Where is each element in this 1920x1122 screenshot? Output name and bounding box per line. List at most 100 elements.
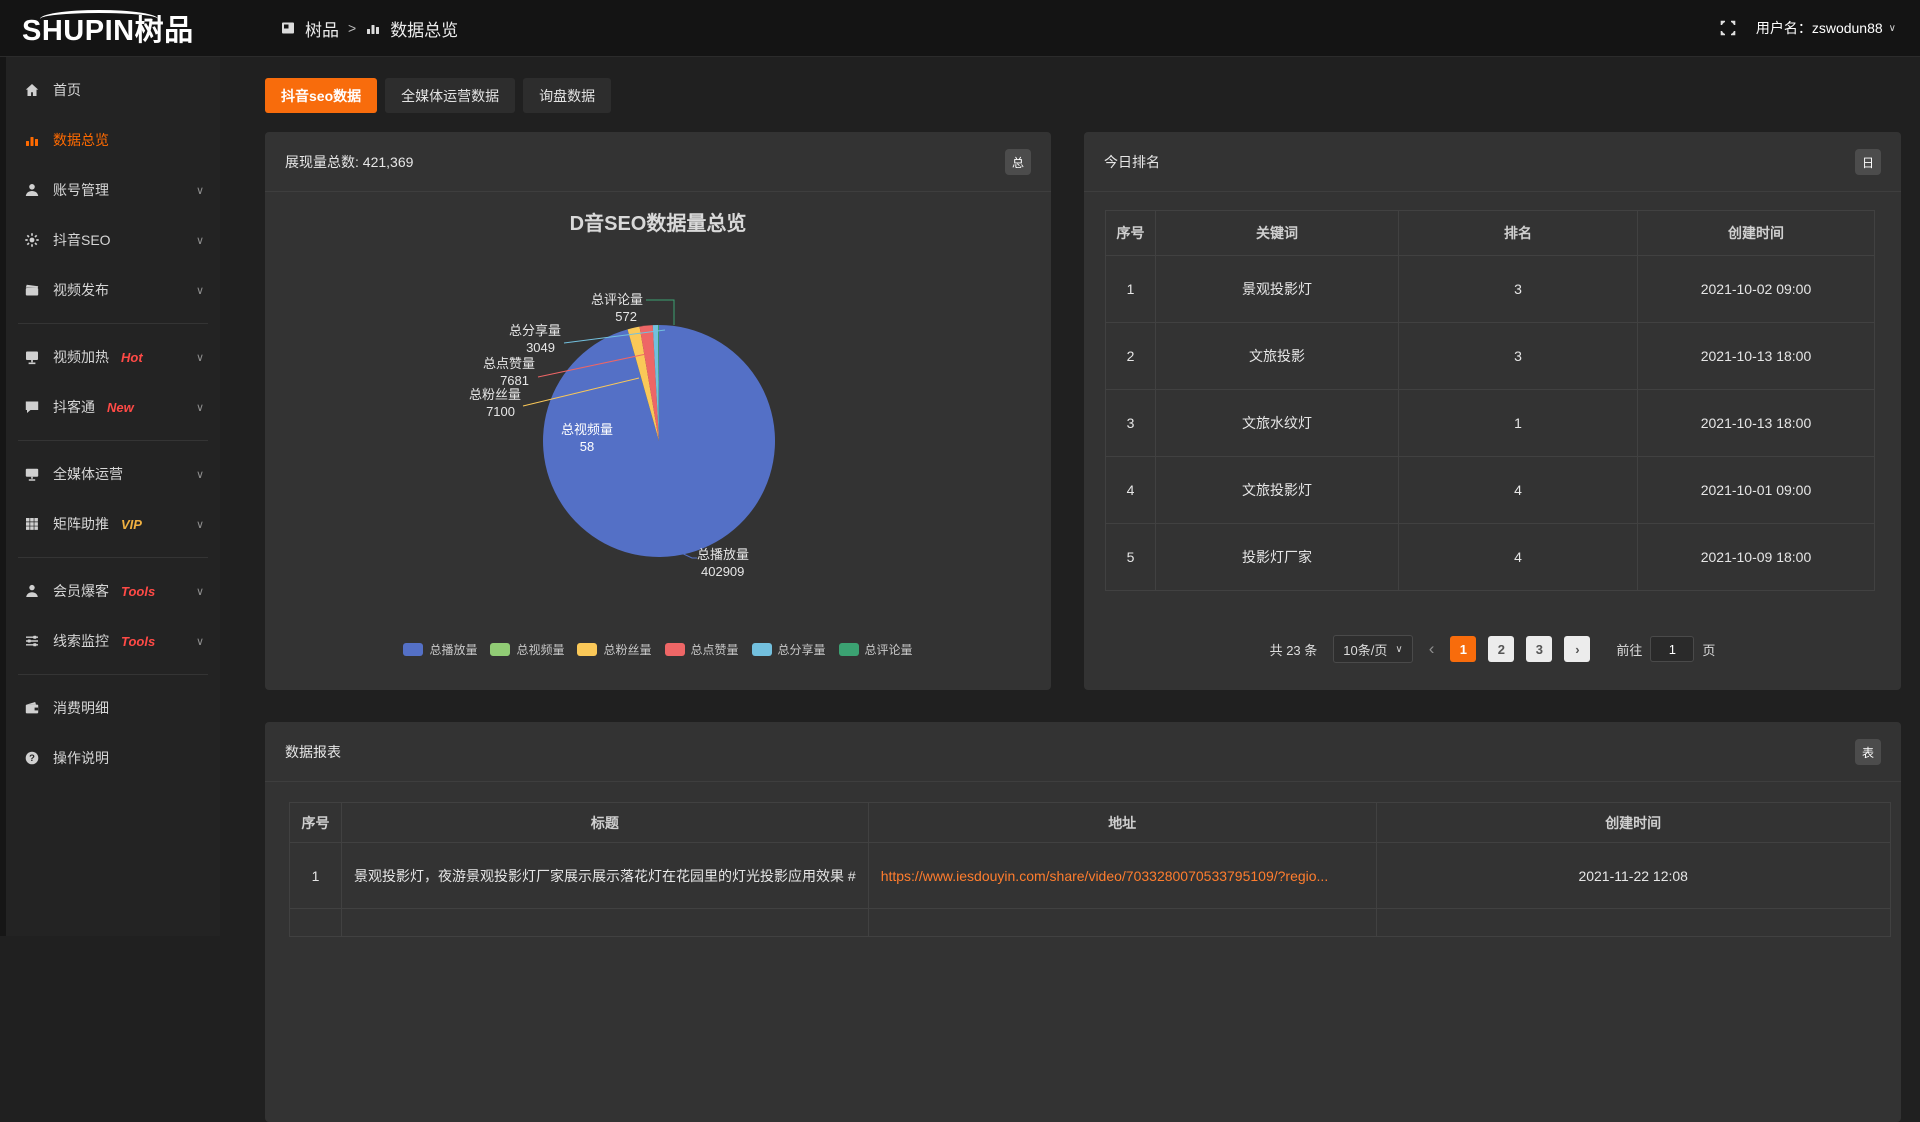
page-size-select[interactable]: 10条/页 ∨ bbox=[1333, 635, 1412, 663]
sidebar-item-抖音SEO[interactable]: 抖音SEO∨ bbox=[6, 215, 220, 265]
sidebar-item-视频发布[interactable]: 视频发布 ∨ bbox=[6, 265, 220, 315]
sidebar-item-label: 数据总览 bbox=[53, 130, 109, 150]
page-button-3[interactable]: 3 bbox=[1526, 636, 1552, 662]
column-header: 地址 bbox=[868, 803, 1376, 843]
table-view-button[interactable]: 表 bbox=[1855, 739, 1881, 765]
legend-label: 总粉丝量 bbox=[603, 641, 651, 658]
table-row: 1景观投影灯32021-10-02 09:00 bbox=[1106, 256, 1875, 323]
table-cell: 文旅水纹灯 bbox=[1156, 390, 1399, 457]
ranking-card: 今日排名 日 序号关键词排名创建时间1景观投影灯32021-10-02 09:0… bbox=[1084, 132, 1901, 690]
sidebar-item-label: 消费明细 bbox=[53, 698, 109, 718]
sidebar-item-全媒体运营[interactable]: 全媒体运营∨ bbox=[6, 449, 220, 499]
chevron-down-icon: ∨ bbox=[196, 234, 204, 247]
app-logo: SHUPIN树品 bbox=[0, 7, 240, 49]
chevron-down-icon: ∨ bbox=[196, 518, 204, 531]
daily-view-button[interactable]: 日 bbox=[1855, 149, 1881, 175]
report-table: 序号标题地址创建时间1景观投影灯，夜游景观投影灯厂家展示展示落花灯在花园里的灯光… bbox=[289, 802, 1891, 937]
pie-label-value: 572 bbox=[615, 309, 637, 324]
sidebar-item-label: 抖客通 bbox=[53, 397, 95, 417]
legend-item-总播放量[interactable]: 总播放量 bbox=[403, 641, 477, 658]
column-header: 序号 bbox=[290, 803, 342, 843]
goto-unit-label: 页 bbox=[1702, 640, 1715, 659]
bar-chart-icon bbox=[365, 20, 381, 36]
fullscreen-icon[interactable] bbox=[1720, 20, 1736, 36]
prev-page-button[interactable]: ‹ bbox=[1425, 639, 1439, 659]
table-cell: 1 bbox=[290, 843, 342, 909]
table-cell: 文旅投影 bbox=[1156, 323, 1399, 390]
pie-label-name: 总评论量 bbox=[591, 292, 643, 307]
goto-page-input[interactable] bbox=[1650, 636, 1694, 662]
table-cell: 投影灯厂家 bbox=[1156, 524, 1399, 591]
table-cell: 2021-10-13 18:00 bbox=[1638, 323, 1875, 390]
table-cell: 3 bbox=[1399, 323, 1638, 390]
sidebar-item-label: 会员爆客 bbox=[53, 581, 109, 601]
table-cell: 景观投影灯 bbox=[1156, 256, 1399, 323]
sidebar-item-label: 操作说明 bbox=[53, 748, 109, 768]
legend-item-总分享量[interactable]: 总分享量 bbox=[752, 641, 826, 658]
sidebar-item-数据总览[interactable]: 数据总览 bbox=[6, 115, 220, 165]
sidebar-badge: Tools bbox=[121, 584, 155, 599]
pie-label-value: 7681 bbox=[500, 373, 529, 388]
breadcrumb-root[interactable]: 树品 bbox=[305, 16, 339, 41]
video-link[interactable]: https://www.iesdouyin.com/share/video/70… bbox=[881, 868, 1329, 884]
report-card-title: 数据报表 bbox=[285, 742, 341, 762]
person-icon bbox=[24, 583, 40, 599]
legend-swatch bbox=[665, 643, 685, 656]
wallet-icon bbox=[24, 700, 40, 716]
sidebar-item-label: 首页 bbox=[53, 80, 81, 100]
legend-swatch bbox=[752, 643, 772, 656]
sidebar-item-label: 视频发布 bbox=[53, 280, 109, 300]
chevron-down-icon: ∨ bbox=[1395, 644, 1402, 655]
column-header: 创建时间 bbox=[1376, 803, 1890, 843]
sidebar-divider bbox=[18, 674, 208, 675]
table-row: 3文旅水纹灯12021-10-13 18:00 bbox=[1106, 390, 1875, 457]
table-cell: 2021-10-02 09:00 bbox=[1638, 256, 1875, 323]
tab-全媒体运营数据[interactable]: 全媒体运营数据 bbox=[385, 78, 515, 113]
legend-item-总粉丝量[interactable]: 总粉丝量 bbox=[577, 641, 651, 658]
sidebar-item-线索监控[interactable]: 线索监控Tools∨ bbox=[6, 616, 220, 666]
ranking-pagination: 共 23 条 10条/页 ∨ ‹ 123 › 前往 页 bbox=[1084, 635, 1901, 663]
table-cell: 2021-10-09 18:00 bbox=[1638, 524, 1875, 591]
sidebar-item-账号管理[interactable]: 账号管理∨ bbox=[6, 165, 220, 215]
sidebar-item-视频加热[interactable]: 视频加热Hot∨ bbox=[6, 332, 220, 382]
sidebar-item-会员爆客[interactable]: 会员爆客 Tools ∨ bbox=[6, 566, 220, 616]
legend-item-总视频量[interactable]: 总视频量 bbox=[490, 641, 564, 658]
legend-swatch bbox=[839, 643, 859, 656]
table-cell: 4 bbox=[1399, 524, 1638, 591]
sidebar-badge: New bbox=[107, 400, 134, 415]
chevron-down-icon: ∨ bbox=[196, 284, 204, 297]
topbar-right: 用户名：zswodun88 ∨ bbox=[1720, 18, 1920, 38]
user-icon bbox=[24, 182, 40, 198]
sidebar-item-抖客通[interactable]: 抖客通New∨ bbox=[6, 382, 220, 432]
chevron-down-icon: ∨ bbox=[196, 351, 204, 364]
tab-询盘数据[interactable]: 询盘数据 bbox=[523, 78, 611, 113]
breadcrumb: 树品 > 数据总览 bbox=[280, 16, 458, 41]
video-url-cell: https://www.iesdouyin.com/share/video/70… bbox=[868, 843, 1376, 909]
next-page-button[interactable]: › bbox=[1564, 636, 1590, 662]
page-button-1[interactable]: 1 bbox=[1450, 636, 1476, 662]
legend-label: 总播放量 bbox=[429, 641, 477, 658]
username[interactable]: 用户名：zswodun88 ∨ bbox=[1756, 18, 1896, 38]
sidebar-item-label: 账号管理 bbox=[53, 180, 109, 200]
legend-item-总评论量[interactable]: 总评论量 bbox=[839, 641, 913, 658]
home-icon bbox=[24, 82, 40, 98]
sidebar-item-消费明细[interactable]: 消费明细 bbox=[6, 683, 220, 733]
total-view-button[interactable]: 总 bbox=[1005, 149, 1031, 175]
impressions-total: 展现量总数: 421,369 bbox=[285, 152, 413, 172]
pie-slice-总播放量[interactable] bbox=[543, 325, 775, 557]
sidebar-item-首页[interactable]: 首页 bbox=[6, 65, 220, 115]
breadcrumb-current[interactable]: 数据总览 bbox=[390, 16, 458, 41]
data-source-tabs: 抖音seo数据全媒体运营数据询盘数据 bbox=[265, 78, 1901, 113]
table-cell: 5 bbox=[1106, 524, 1156, 591]
page-button-2[interactable]: 2 bbox=[1488, 636, 1514, 662]
sidebar-item-操作说明[interactable]: ? 操作说明 bbox=[6, 733, 220, 783]
tab-抖音seo数据[interactable]: 抖音seo数据 bbox=[265, 78, 377, 113]
svg-text:?: ? bbox=[29, 753, 35, 764]
pie-label-value: 58 bbox=[580, 439, 594, 454]
pie-legend: 总播放量总视频量 总粉丝量总点赞量总分享量总评论量 bbox=[265, 641, 1051, 658]
chevron-down-icon: ∨ bbox=[196, 585, 204, 598]
sidebar-item-矩阵助推[interactable]: 矩阵助推VIP∨ bbox=[6, 499, 220, 549]
impressions-card-header: 展现量总数: 421,369 bbox=[265, 132, 1051, 192]
table-cell: 文旅投影灯 bbox=[1156, 457, 1399, 524]
legend-item-总点赞量[interactable]: 总点赞量 bbox=[665, 641, 739, 658]
